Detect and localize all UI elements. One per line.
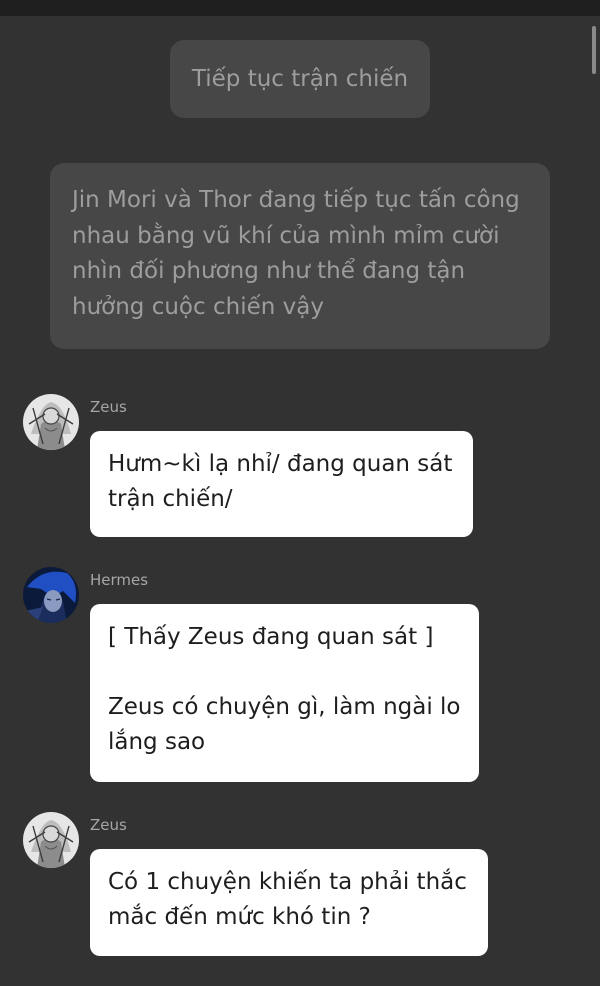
message-line-blank: [108, 655, 461, 690]
narration-box: Jin Mori và Thor đang tiếp tục tấn công …: [50, 163, 550, 349]
message-line: trận chiến/: [108, 486, 233, 512]
sender-name: Zeus: [90, 816, 127, 834]
message-line: Có 1 chuyện khiến ta phải thắc: [108, 869, 467, 895]
message-bubble: Hưm~kì lạ nhỉ/ đang quan sát trận chiến/: [90, 431, 473, 537]
message-line: lắng sao: [108, 729, 206, 755]
action-pill[interactable]: Tiếp tục trận chiến: [170, 40, 430, 118]
avatar-hermes[interactable]: [23, 567, 79, 623]
narration-line: nhau bằng vũ khí của mình mỉm cười: [72, 222, 500, 249]
avatar-zeus[interactable]: [23, 394, 79, 450]
avatar-zeus[interactable]: [23, 812, 79, 868]
message-line: mắc đến mức khó tin ?: [108, 904, 371, 930]
message-bubble: Có 1 chuyện khiến ta phải thắc mắc đến m…: [90, 849, 488, 956]
narration-line: nhìn đối phương như thể đang tận: [72, 258, 466, 284]
sender-name: Hermes: [90, 571, 149, 589]
action-pill-label: Tiếp tục trận chiến: [191, 66, 409, 92]
scrollbar[interactable]: [592, 26, 596, 74]
sender-name: Zeus: [90, 398, 127, 416]
message-line: Zeus có chuyện gì, làm ngài lo: [108, 694, 461, 720]
narration-line: hưởng cuộc chiến vậy: [72, 293, 324, 320]
message-line: Hưm~kì lạ nhỉ/ đang quan sát: [108, 451, 453, 477]
message-line: [ Thấy Zeus đang quan sát ]: [108, 624, 434, 650]
status-bar: [0, 0, 600, 16]
narration-line: Jin Mori và Thor đang tiếp tục tấn công: [72, 187, 520, 213]
message-bubble: [ Thấy Zeus đang quan sát ] Zeus có chuy…: [90, 604, 479, 782]
